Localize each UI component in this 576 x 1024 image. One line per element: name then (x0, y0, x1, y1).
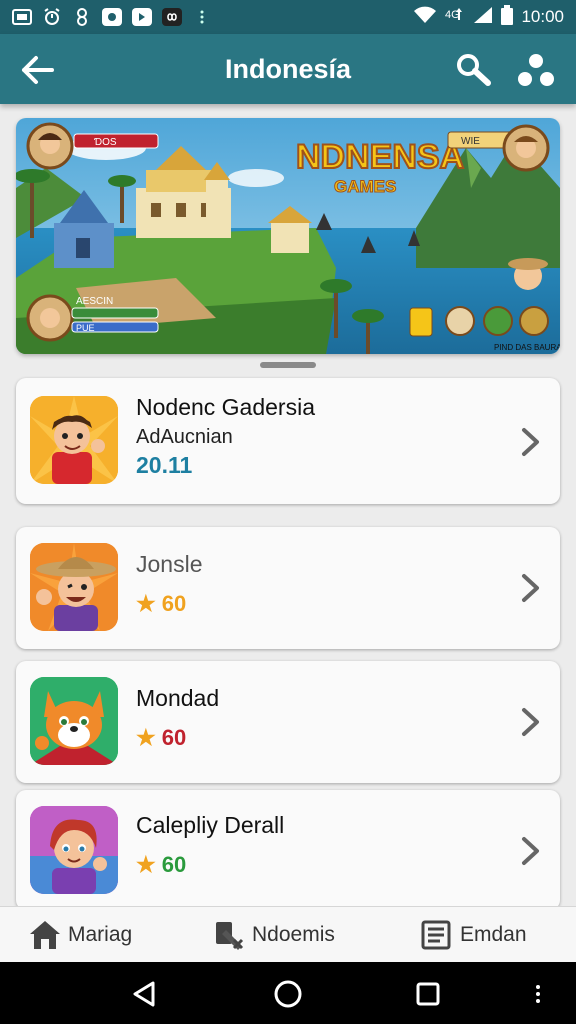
message-icon (132, 8, 152, 26)
game-title: Jonsle (136, 551, 203, 577)
system-back-button[interactable] (124, 974, 164, 1014)
system-menu-button[interactable] (518, 974, 558, 1014)
featured-banner[interactable]: NDNENSA GAMES ƊOS WIE AESCIN PUE PIND DA… (16, 118, 560, 354)
rating-value: 60 (161, 725, 187, 750)
rating-value: 60 (161, 852, 187, 877)
game-card[interactable]: Jonsle ★ 60 (16, 527, 560, 649)
triangle-back-icon (133, 981, 155, 1007)
game-thumbnail (30, 677, 118, 765)
game-thumbnail (30, 396, 118, 484)
hud-label-right: WIE (461, 136, 480, 147)
nav-label: Ndoemis (252, 923, 335, 946)
carousel-handle[interactable] (260, 362, 316, 368)
signal-icon (473, 6, 493, 29)
hud-label-top: ƊOS (94, 137, 117, 148)
banner-headline: NDNENSA (296, 138, 464, 176)
wifi-icon (413, 6, 437, 29)
clock: 10:00 (521, 7, 564, 26)
game-title: Nodenc Gadersia (136, 394, 315, 420)
star-icon: ★ (136, 591, 156, 616)
status-notifications (12, 8, 413, 26)
system-home-button[interactable] (268, 974, 308, 1014)
status-bar: 4G 10:00 (0, 0, 576, 34)
game-subtitle: AdAucnian (136, 426, 233, 448)
system-recents-button[interactable] (408, 974, 448, 1014)
rating-value: 60 (161, 591, 187, 616)
star-icon: ★ (136, 852, 156, 877)
banner-subheadline: GAMES (334, 177, 396, 196)
chevron-right-icon (516, 702, 546, 742)
search-button[interactable] (452, 50, 496, 90)
home-icon (30, 921, 60, 949)
game-title: Mondad (136, 685, 220, 711)
game-rating: ★ 60 (136, 725, 186, 751)
nav-label: Mariag (68, 923, 133, 946)
hud-label-left2: PUE (76, 323, 95, 333)
profile-button[interactable] (514, 50, 558, 90)
nav-label: Emdan (460, 923, 527, 946)
alarm-icon (42, 8, 62, 26)
game-card[interactable]: Nodenc Gadersia AdAucnian 20.11 (16, 378, 560, 504)
circle-home-icon (274, 980, 302, 1008)
more-dots-icon (192, 8, 212, 26)
data-icon: 4G (445, 6, 465, 29)
game-title: Calepliy Derall (136, 812, 285, 838)
game-thumbnail (30, 543, 118, 631)
game-rating: ★ 60 (136, 591, 186, 617)
game-price: 20.11 (136, 452, 193, 478)
nav-item-home[interactable]: Mariag (28, 907, 132, 963)
nav-item-tools[interactable]: Ndoemis (212, 907, 335, 963)
back-button[interactable] (18, 50, 58, 90)
screenshot-icon (12, 8, 32, 26)
app-bar: Indonesía (0, 34, 576, 104)
star-icon: ★ (136, 725, 156, 750)
link-icon (72, 8, 92, 26)
chevron-right-icon (516, 422, 546, 462)
people-icon (518, 54, 554, 86)
system-navigation-bar (0, 962, 576, 1024)
game-thumbnail (30, 806, 118, 894)
square-recents-icon (416, 982, 440, 1006)
message-icon (102, 8, 122, 26)
tools-icon (216, 922, 244, 950)
banner-corner-text: PIND DAS BAURA (494, 343, 560, 352)
nav-item-list[interactable]: Emdan (420, 907, 527, 963)
bottom-navigation: Mariag Ndoemis Emdan (0, 906, 576, 962)
more-vert-icon (536, 985, 540, 1003)
chevron-right-icon (516, 568, 546, 608)
chevron-right-icon (516, 831, 546, 871)
infinity-icon (162, 8, 182, 26)
banner-illustration: NDNENSA GAMES ƊOS WIE AESCIN PUE PIND DA… (16, 118, 560, 354)
search-icon (457, 54, 491, 86)
list-icon (421, 920, 451, 950)
game-card[interactable]: Calepliy Derall ★ 60 (16, 790, 560, 910)
hud-label-left: AESCIN (76, 296, 113, 307)
game-card[interactable]: Mondad ★ 60 (16, 661, 560, 783)
battery-icon (501, 4, 514, 30)
game-rating: ★ 60 (136, 852, 186, 878)
status-system: 4G 10:00 (413, 4, 564, 30)
arrow-left-icon (22, 56, 54, 84)
